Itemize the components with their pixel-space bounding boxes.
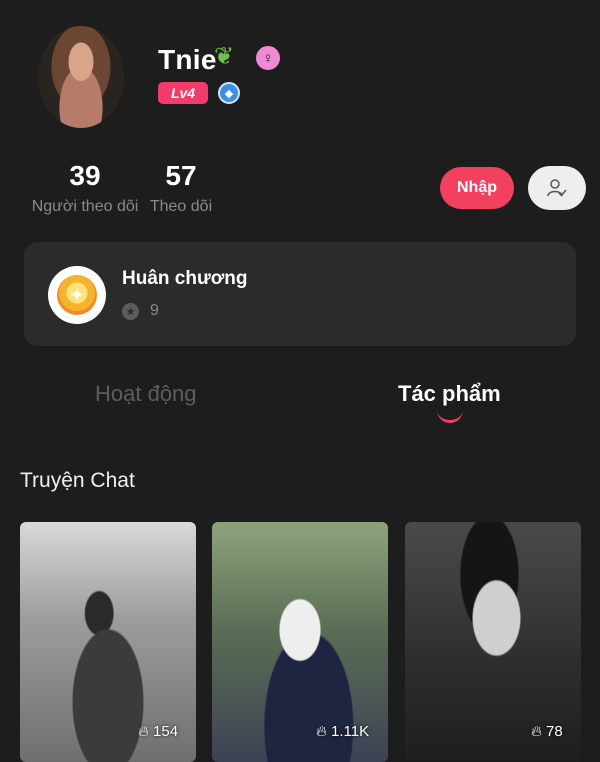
medal-count: 9 <box>150 302 159 319</box>
username: Tnie <box>158 44 217 75</box>
work-card[interactable]: 🔥︎ 154 <box>20 522 196 762</box>
view-count: 🔥︎ 78 <box>531 723 563 740</box>
medal-title: Huân chương <box>122 268 248 289</box>
section-title: Truyện Chat <box>20 469 135 492</box>
user-check-icon <box>547 179 567 197</box>
female-icon: ♀ <box>256 46 280 70</box>
active-tab-indicator <box>437 410 463 423</box>
followers-label: Người theo dõi <box>31 198 139 215</box>
fire-icon: 🔥︎ <box>138 723 150 740</box>
medal-card[interactable] <box>24 242 576 346</box>
fire-icon: 🔥︎ <box>316 723 328 740</box>
following-count: 57 <box>165 160 197 191</box>
medal-icon: ✦ <box>48 266 106 324</box>
fire-icon: 🔥︎ <box>531 723 543 740</box>
followers-count: 39 <box>69 160 101 191</box>
work-card[interactable]: 🔥︎ 1.11K <box>212 522 388 762</box>
followers-stat[interactable]: 39 Người theo dõi <box>30 160 140 216</box>
avatar[interactable] <box>38 26 124 128</box>
level-badge: Lv4 <box>158 82 208 104</box>
view-count: 🔥︎ 1.11K <box>316 723 370 740</box>
nhap-button[interactable]: Nhập <box>440 167 514 209</box>
following-label: Theo dõi <box>149 198 213 215</box>
work-card[interactable]: 🔥︎ 78 <box>405 522 581 762</box>
star-icon: ★ <box>122 303 139 320</box>
user-check-button[interactable] <box>528 166 586 210</box>
tab-tac-pham[interactable]: Tác phẩm <box>398 381 501 407</box>
view-count: 🔥︎ 154 <box>138 723 179 740</box>
tab-hoat-dong[interactable]: Hoạt động <box>95 381 197 407</box>
leaf-icon: ❦ <box>214 43 235 70</box>
blue-diamond-badge-icon[interactable]: ◆ <box>218 82 240 104</box>
following-stat[interactable]: 57 Theo dõi <box>146 160 216 216</box>
